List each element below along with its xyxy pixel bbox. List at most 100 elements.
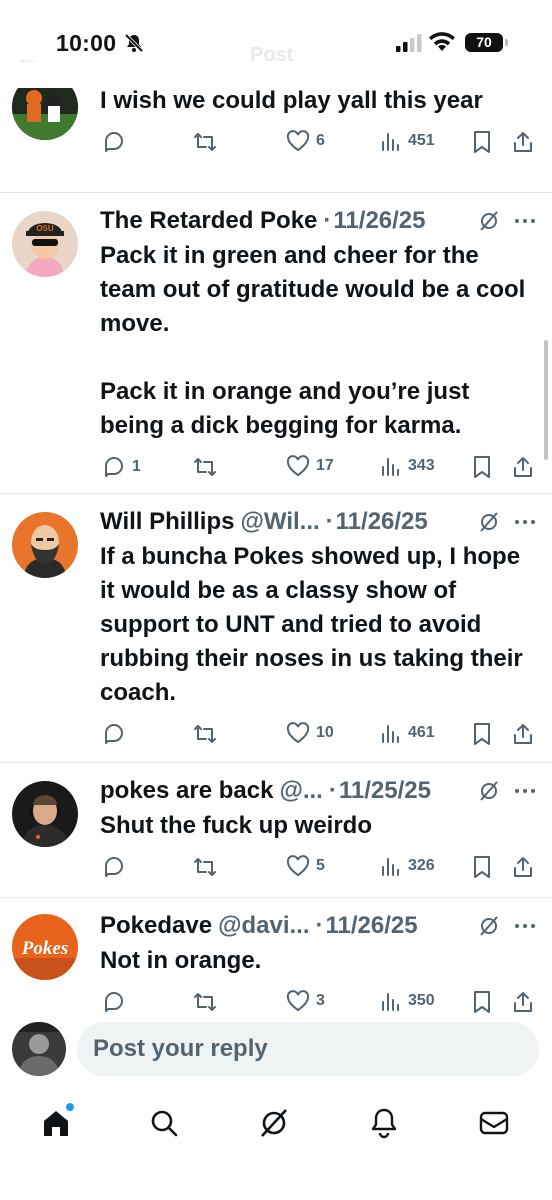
tweet[interactable]: OSU The Retarded Poke · 11/26/25 Pack it…	[0, 193, 552, 494]
more-icon[interactable]	[514, 923, 536, 929]
my-avatar[interactable]	[12, 1022, 66, 1076]
like-count: 10	[316, 724, 334, 741]
repost-icon	[194, 858, 216, 876]
back-arrow-ghost: ←	[16, 44, 40, 71]
like-button[interactable]: 3	[286, 990, 325, 1012]
avatar[interactable]: OSU	[12, 211, 78, 277]
like-button[interactable]: 17	[286, 455, 334, 477]
reply-icon	[105, 724, 123, 744]
bookmark-button[interactable]	[472, 455, 492, 479]
grok-icon[interactable]	[478, 210, 500, 232]
search-icon	[151, 1110, 178, 1137]
repost-button[interactable]	[192, 990, 218, 1014]
display-name[interactable]: pokes are back	[100, 777, 273, 805]
tweet-text: If a buncha Pokes showed up, I hope it w…	[100, 543, 523, 706]
tweet-header: Pokedave @davi... · 11/26/25	[100, 910, 536, 942]
status-bar: ← Post 10:00 70	[0, 0, 552, 88]
view-count: 343	[408, 457, 435, 474]
nav-notifications[interactable]	[364, 1103, 404, 1143]
views-button[interactable]: 350	[380, 990, 435, 1012]
tweet-date[interactable]: 11/26/25	[326, 912, 418, 940]
repost-button[interactable]	[192, 855, 218, 879]
bottom-nav	[0, 1083, 552, 1200]
views-icon	[382, 725, 399, 743]
tweet[interactable]: pokes are back @... · 11/25/25 Shut the …	[0, 763, 552, 898]
reply-icon	[105, 857, 123, 877]
tweet-text: Pack it in green and cheer for the team …	[100, 242, 526, 439]
nav-home[interactable]	[36, 1101, 76, 1143]
share-button[interactable]	[512, 990, 534, 1014]
repost-button[interactable]	[192, 130, 218, 154]
grok-icon[interactable]	[478, 780, 500, 802]
grok-icon[interactable]	[478, 915, 500, 937]
messages-icon	[479, 1111, 509, 1135]
reply-icon	[105, 132, 123, 152]
share-icon	[514, 457, 532, 477]
reply-button[interactable]	[102, 130, 126, 154]
tweet-date[interactable]: 11/26/25	[333, 207, 425, 235]
share-icon	[514, 857, 532, 877]
repost-button[interactable]	[192, 722, 218, 746]
heart-icon	[286, 130, 310, 152]
reply-button[interactable]	[102, 990, 126, 1014]
views-button[interactable]: 343	[380, 455, 435, 477]
user-handle[interactable]: @Wil...	[240, 508, 319, 536]
share-button[interactable]	[512, 722, 534, 746]
display-name[interactable]: The Retarded Poke	[100, 207, 317, 235]
views-button[interactable]: 461	[380, 722, 435, 744]
grok-icon[interactable]	[478, 511, 500, 533]
reply-input[interactable]: Post your reply	[77, 1022, 539, 1076]
tweet-actions: 1 17 343	[100, 449, 536, 489]
repost-button[interactable]	[192, 455, 218, 479]
avatar[interactable]	[12, 781, 78, 847]
user-handle[interactable]: @...	[279, 777, 322, 805]
display-name[interactable]: Pokedave	[100, 912, 212, 940]
grok-icon	[261, 1109, 287, 1137]
tweet-date[interactable]: 11/25/25	[339, 777, 431, 805]
share-button[interactable]	[512, 855, 534, 879]
like-button[interactable]: 6	[286, 130, 325, 152]
bookmark-button[interactable]	[472, 722, 492, 746]
more-icon[interactable]	[514, 218, 536, 224]
cap-logo: OSU	[36, 224, 54, 233]
display-name[interactable]: Will Phillips	[100, 508, 234, 536]
more-icon[interactable]	[514, 519, 536, 525]
notification-dot	[64, 1101, 76, 1113]
pokes-logo: Pokes	[21, 938, 68, 959]
avatar[interactable]	[12, 512, 78, 578]
more-icon[interactable]	[514, 788, 536, 794]
like-count: 3	[316, 992, 325, 1009]
heart-icon	[286, 855, 310, 877]
tweet[interactable]: Pokes Pokedave @davi... · 11/26/25 Not i…	[0, 898, 552, 1030]
separator-dot: ·	[325, 508, 334, 535]
reply-button[interactable]: 1	[102, 455, 141, 479]
nav-search[interactable]	[144, 1103, 184, 1143]
battery-indicator: 70	[465, 33, 503, 52]
reply-composer: Post your reply	[0, 1015, 552, 1083]
repost-icon	[194, 133, 216, 151]
view-count: 451	[408, 132, 435, 149]
share-button[interactable]	[512, 130, 534, 154]
separator-dot: ·	[323, 207, 332, 234]
views-button[interactable]: 451	[380, 130, 435, 152]
nav-messages[interactable]	[474, 1103, 514, 1143]
repost-icon	[194, 725, 216, 743]
bookmark-button[interactable]	[472, 855, 492, 879]
scrollbar[interactable]	[544, 340, 548, 460]
like-button[interactable]: 10	[286, 722, 334, 744]
reply-feed: I wish we could play yall this year 6 45…	[0, 66, 552, 1030]
like-count: 17	[316, 457, 334, 474]
user-handle[interactable]: @davi...	[218, 912, 309, 940]
bookmark-button[interactable]	[472, 990, 492, 1014]
tweet-date[interactable]: 11/26/25	[336, 508, 428, 536]
share-button[interactable]	[512, 455, 534, 479]
tweet[interactable]: Will Phillips @Wil... · 11/26/25 If a bu…	[0, 494, 552, 763]
reply-button[interactable]	[102, 722, 126, 746]
like-button[interactable]: 5	[286, 855, 325, 877]
nav-grok[interactable]	[254, 1103, 294, 1143]
bookmark-button[interactable]	[472, 130, 492, 154]
tweet-partial[interactable]: I wish we could play yall this year 6 45…	[0, 74, 552, 193]
reply-button[interactable]	[102, 855, 126, 879]
avatar[interactable]: Pokes	[12, 914, 78, 980]
views-button[interactable]: 326	[380, 855, 435, 877]
